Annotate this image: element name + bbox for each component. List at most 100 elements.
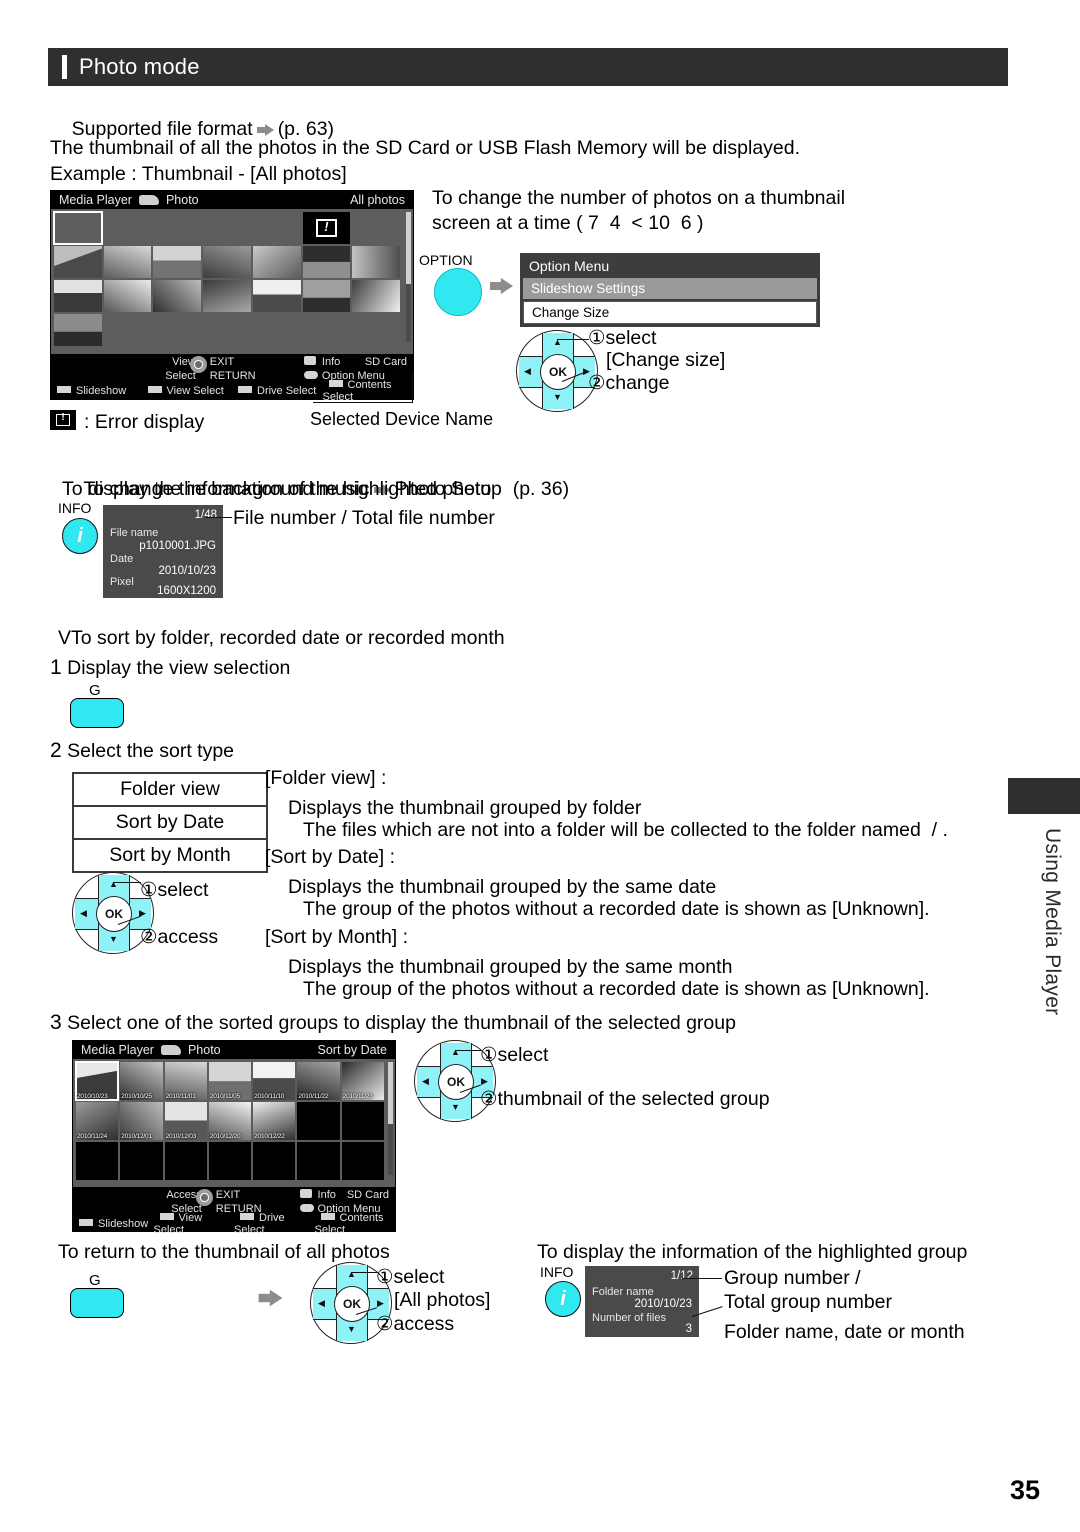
- group-cell[interactable]: 2010/11/22: [297, 1062, 340, 1100]
- thumbnail-cell[interactable]: [54, 280, 102, 312]
- thumbnail-cell-error[interactable]: [302, 212, 351, 244]
- option-menu: Option Menu Slideshow Settings Change Si…: [520, 253, 820, 327]
- info-button[interactable]: i: [62, 518, 98, 554]
- thumbnail-cell[interactable]: [103, 280, 152, 312]
- color-key-view-select[interactable]: View Select: [154, 1212, 235, 1236]
- option-menu-item-slideshow-settings[interactable]: Slideshow Settings: [523, 278, 817, 299]
- desc-folder-view-title: [Folder view] :: [265, 767, 387, 789]
- return-step1-label: select: [393, 1266, 445, 1288]
- screen2-header: Media Player Photo Sort by Date: [73, 1041, 395, 1059]
- arrow-right-icon: [489, 277, 514, 296]
- sort-type-list: Folder view Sort by Date Sort by Month: [72, 772, 268, 873]
- thumbnail-cell[interactable]: [352, 314, 400, 346]
- thumbnail-cell[interactable]: [352, 212, 400, 244]
- blue-key-icon: [328, 379, 343, 387]
- sort-option-sort-by-date[interactable]: Sort by Date: [74, 807, 266, 840]
- thumbnail-cell[interactable]: [302, 280, 351, 312]
- color-key-view-select[interactable]: View Select: [142, 385, 233, 397]
- thumbnail-cell[interactable]: [203, 246, 251, 278]
- dpad-ok-button[interactable]: OK: [540, 354, 576, 390]
- color-key-contents-select[interactable]: Contents Select: [315, 1212, 396, 1236]
- photo-info-heading: To display the information of the highli…: [62, 478, 492, 500]
- option-button[interactable]: [434, 268, 482, 316]
- group-date-label: 2010/12/01: [121, 1133, 152, 1140]
- sort-step1-text: Display the view selection: [67, 657, 291, 679]
- color-key-drive-select[interactable]: Drive Select: [232, 385, 323, 397]
- group-cell[interactable]: 2010/12/20: [208, 1102, 252, 1140]
- scrollbar-thumb[interactable]: [406, 212, 411, 284]
- dpad-ok-button[interactable]: OK: [334, 1286, 370, 1322]
- dpad-left-arrow-icon: ◀: [422, 1076, 429, 1086]
- step3-number: 3: [50, 1011, 62, 1034]
- thumbnail-cell[interactable]: [153, 314, 202, 346]
- group-info-button[interactable]: i: [545, 1281, 581, 1317]
- thumbnail-cell[interactable]: [203, 314, 251, 346]
- thumbnail-cell[interactable]: [54, 246, 102, 278]
- dpad-ok-button[interactable]: OK: [96, 896, 132, 932]
- group-cell[interactable]: 2010/11/10: [253, 1062, 296, 1100]
- scrollbar[interactable]: [406, 212, 411, 342]
- screen1-select-hint: Select: [165, 370, 196, 382]
- view-select-key[interactable]: [70, 698, 124, 728]
- dpad-ok-button[interactable]: OK: [438, 1064, 474, 1100]
- scrollbar-thumb[interactable]: [388, 1062, 393, 1125]
- photo-info-counter: 1/48: [194, 509, 217, 521]
- group-cell[interactable]: 2010/11/24: [76, 1102, 119, 1140]
- info-i-icon: i: [77, 525, 83, 547]
- color-key-slideshow[interactable]: Slideshow: [73, 1218, 154, 1230]
- color-key-contents-select[interactable]: Contents Select: [323, 379, 414, 403]
- thumbnail-cell[interactable]: [302, 314, 351, 346]
- thumbnail-cell[interactable]: [302, 246, 351, 278]
- color-key-drive-select[interactable]: Drive Select: [234, 1212, 315, 1236]
- thumbnail-cell[interactable]: [103, 314, 152, 346]
- group-cell[interactable]: 2010/11/05: [208, 1062, 252, 1100]
- scrollbar[interactable]: [388, 1062, 393, 1175]
- option-menu-title: Option Menu: [529, 258, 610, 274]
- return-key[interactable]: [70, 1288, 124, 1318]
- dpad-left-arrow-icon: ◀: [80, 908, 87, 918]
- group-date-label: 2010/12/22: [254, 1133, 285, 1140]
- return-key-label: G: [89, 1272, 101, 1289]
- arrow-right-icon: [258, 1289, 283, 1308]
- thumbnail-cell[interactable]: [54, 314, 102, 346]
- thumbnail-cell[interactable]: [103, 246, 152, 278]
- thumbnail-cell[interactable]: [153, 280, 202, 312]
- thumbnail-cell[interactable]: [252, 212, 301, 244]
- sort-option-sort-by-month[interactable]: Sort by Month: [74, 840, 266, 871]
- thumbnail-cell[interactable]: [153, 212, 202, 244]
- thumbnail-cell[interactable]: [203, 280, 251, 312]
- bgm-ref: (p. 36): [512, 478, 570, 500]
- color-key-label: Slideshow: [76, 384, 127, 397]
- group-cell[interactable]: 2010/11/01: [164, 1062, 207, 1100]
- folder-name-callout: Folder name, date or month: [724, 1321, 965, 1343]
- thumbnail-cell[interactable]: [103, 212, 152, 244]
- thumbnail-cell[interactable]: [153, 246, 202, 278]
- thumbnail-cell[interactable]: [53, 211, 103, 245]
- option-menu-item-change-size[interactable]: Change Size: [523, 301, 817, 324]
- sort-option-folder-view[interactable]: Folder view: [74, 774, 266, 807]
- sort-step1-number: 1: [50, 656, 62, 679]
- sd-card-icon: [160, 1045, 181, 1055]
- thumbnail-cell[interactable]: [252, 280, 301, 312]
- dpad-icon: [189, 356, 207, 373]
- group-cell[interactable]: 2010/10/25: [120, 1062, 163, 1100]
- sort-dpad-step2: ②access: [140, 926, 219, 948]
- dpad-leader-1: [557, 339, 589, 340]
- info-button-label: INFO: [58, 500, 92, 516]
- thumbnail-cell[interactable]: [352, 280, 400, 312]
- group-cell[interactable]: 2010/10/23: [74, 1061, 120, 1101]
- change-size-step1-target: [Change size]: [606, 349, 726, 371]
- color-key-slideshow[interactable]: Slideshow: [51, 385, 142, 397]
- group-cell-empty: [164, 1142, 207, 1180]
- group-cell[interactable]: 2010/11/23: [341, 1062, 384, 1100]
- thumbnail-cell[interactable]: [252, 246, 301, 278]
- group-cell[interactable]: 2010/12/01: [120, 1102, 163, 1140]
- group-cell[interactable]: 2010/12/03: [164, 1102, 207, 1140]
- thumbnail-cell[interactable]: [203, 212, 251, 244]
- thumbnail-cell[interactable]: [352, 246, 400, 278]
- sort-step1: 1 Display the view selection: [50, 655, 290, 681]
- group-cell[interactable]: 2010/12/22: [253, 1102, 296, 1140]
- thumbnail-cell[interactable]: [252, 314, 301, 346]
- group-cell-empty: [208, 1142, 252, 1180]
- return-step1: ①select: [376, 1266, 445, 1288]
